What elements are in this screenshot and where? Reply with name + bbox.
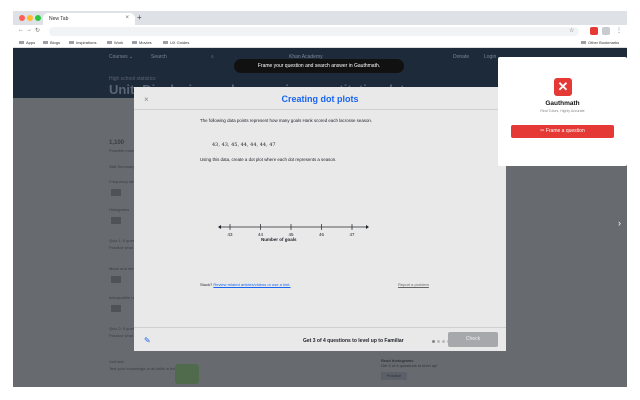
gauthmath-tagline: Real Tutors, Highly Accurate [540,109,585,113]
mascot-illustration [175,364,199,384]
close-window-button[interactable] [19,15,25,21]
folder-icon [163,41,168,45]
divider [134,327,506,328]
bookmark-movies[interactable]: Movies [132,40,152,45]
progress-dot [432,340,435,343]
capture-banner: Frame your question and search answer in… [234,59,404,73]
browser-tab[interactable]: New Tab × [43,13,135,25]
hint-row: Stuck? Review related articles/videos or… [200,282,291,287]
reload-icon[interactable]: ↻ [35,27,40,34]
folder-icon [132,41,137,45]
check-button[interactable]: Check [448,332,498,347]
tab-strip: New Tab × + [13,11,627,25]
forward-icon[interactable]: → [26,27,32,33]
tab-title: New Tab [49,16,69,22]
next-skill-card: Read histograms Get 3 of 4 questions to … [381,358,511,380]
skill-box [111,305,121,312]
bookmark-star-icon[interactable]: ☆ [569,27,574,34]
unit-test-description: Test your knowledge of all skills in thi… [109,366,184,371]
exercise-modal: × Creating dot plots The following data … [134,87,506,351]
skill-box [111,217,121,224]
address-bar[interactable] [49,27,579,36]
bookmark-other[interactable]: Other Bookmarks [581,40,619,45]
extension-icon[interactable] [602,27,610,35]
card-subtitle: Get 3 of 4 questions to level up! [381,363,438,368]
search-icon[interactable]: ⌕ [211,54,214,60]
folder-icon [581,41,586,45]
skill-box [111,189,121,196]
frame-question-button[interactable]: ✂ Frame a question [511,125,614,138]
gauthmath-name: Gauthmath [545,100,580,107]
progress-dot [442,340,445,343]
report-problem-link[interactable]: Report a problem [398,282,429,287]
bookmark-inspirations[interactable]: Inspirations [69,40,96,45]
unit-test-link[interactable]: Unit test [109,359,124,364]
skill-box [111,276,121,283]
skill-summary[interactable]: Skill Summary [109,164,135,169]
browser-window: New Tab × + ← → ↻ ☆ ⋮ Apps Blogs Inspira… [13,11,627,387]
search-link[interactable]: Search [151,54,167,60]
folder-icon [69,41,74,45]
bookmark-work[interactable]: Work [107,40,123,45]
folder-icon [107,41,112,45]
apps-icon [19,41,24,45]
tab-close-icon[interactable]: × [125,15,129,21]
bookmark-ux-guides[interactable]: UX Guides [163,40,189,45]
bookmark-apps[interactable]: Apps [19,40,35,45]
scratchpad-icon[interactable]: ✎ [144,336,151,345]
axis-title: Number of goals [261,237,297,242]
stuck-label: Stuck? [200,282,213,287]
minimize-window-button[interactable] [27,15,33,21]
login-link[interactable]: Login [484,54,496,60]
axis-left-arrow-icon [218,225,221,229]
progress-dot [437,340,440,343]
new-tab-button[interactable]: + [137,13,142,22]
dot-plot-axis[interactable]: 43 44 45 46 47 [134,87,506,351]
maximize-window-button[interactable] [35,15,41,21]
donate-link[interactable]: Donate [453,54,469,60]
axis-right-arrow-icon [366,225,369,229]
bookmarks-bar: Apps Blogs Inspirations Work Movies UX G… [13,38,627,48]
axis-tick-label: 46 [319,232,325,237]
gauthmath-panel: ✕ Gauthmath Real Tutors, Highly Accurate… [498,57,627,166]
hint-link[interactable]: Review related articles/videos or use a … [213,282,290,287]
folder-icon [43,41,48,45]
courses-menu[interactable]: Courses ⌄ [109,54,133,60]
gauthmath-logo: ✕ [554,78,572,96]
practice-button[interactable]: Practice [381,372,407,380]
axis-tick-label: 47 [349,232,355,237]
bookmark-blogs[interactable]: Blogs [43,40,60,45]
toolbar: ← → ↻ ☆ ⋮ [13,25,627,38]
progress-text: Get 3 of 4 questions to level up to Fami… [303,338,404,344]
axis-tick-label: 43 [227,232,233,237]
gauthmath-extension-icon[interactable] [590,27,598,35]
back-icon[interactable]: ← [18,27,24,33]
menu-icon[interactable]: ⋮ [616,27,622,34]
mastery-points: 1,100 [109,140,125,146]
next-arrow-icon[interactable]: › [618,218,621,228]
lesson-link[interactable]: Histograms [109,207,129,212]
